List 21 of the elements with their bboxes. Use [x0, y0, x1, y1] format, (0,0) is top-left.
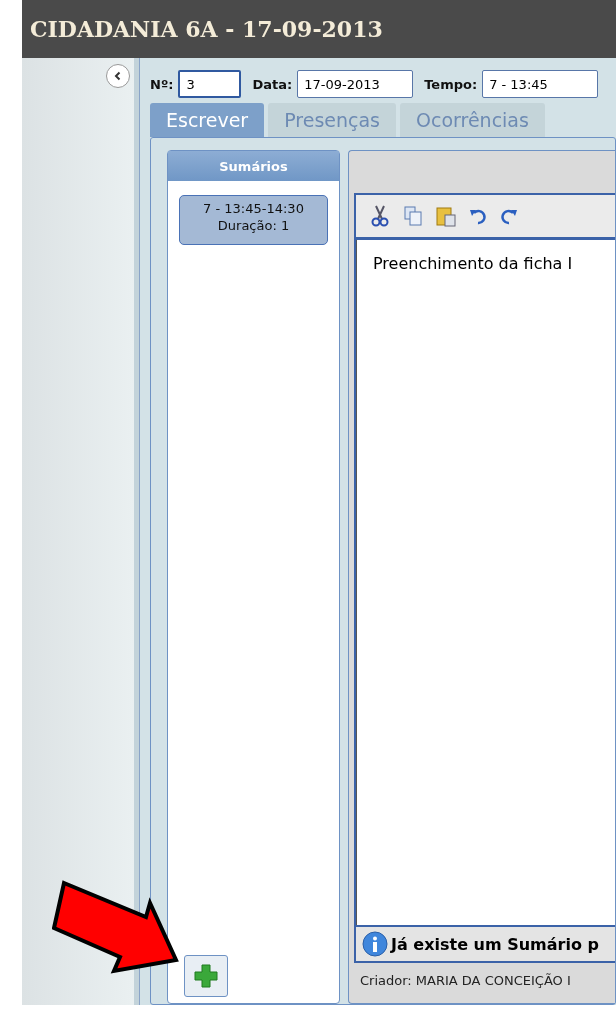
field-label: Data: [252, 76, 293, 92]
summary-item[interactable]: 7 - 13:45-14:30 Duração: 1 [179, 195, 328, 245]
creator-text: Criador: MARIA DA CONCEIÇÃO I [359, 972, 572, 990]
text-editor[interactable]: Preenchimento da ficha I [356, 240, 615, 925]
field-label: Tempo: [424, 76, 478, 92]
collapse-button[interactable] [106, 64, 130, 88]
copy-icon[interactable] [403, 205, 423, 227]
info-message: Já existe um Sumário p [391, 934, 599, 954]
input-field[interactable]: 7 - 13:45 [482, 70, 599, 98]
input-field[interactable]: 3 [178, 70, 242, 98]
panel-title: Sumários [219, 158, 288, 174]
paste-icon[interactable] [436, 205, 456, 227]
plus-icon [194, 964, 218, 988]
window-title: CIDADANIA 6A - 17-09-2013 [30, 16, 383, 42]
scissors-icon[interactable] [370, 205, 390, 227]
chevron-left-icon [113, 71, 123, 81]
field-label: Nº: [150, 76, 174, 92]
input-field[interactable]: 17-09-2013 [297, 70, 414, 98]
editor-text: Preenchimento da ficha I [373, 254, 573, 273]
info-icon [362, 931, 388, 957]
add-button[interactable] [184, 955, 228, 997]
